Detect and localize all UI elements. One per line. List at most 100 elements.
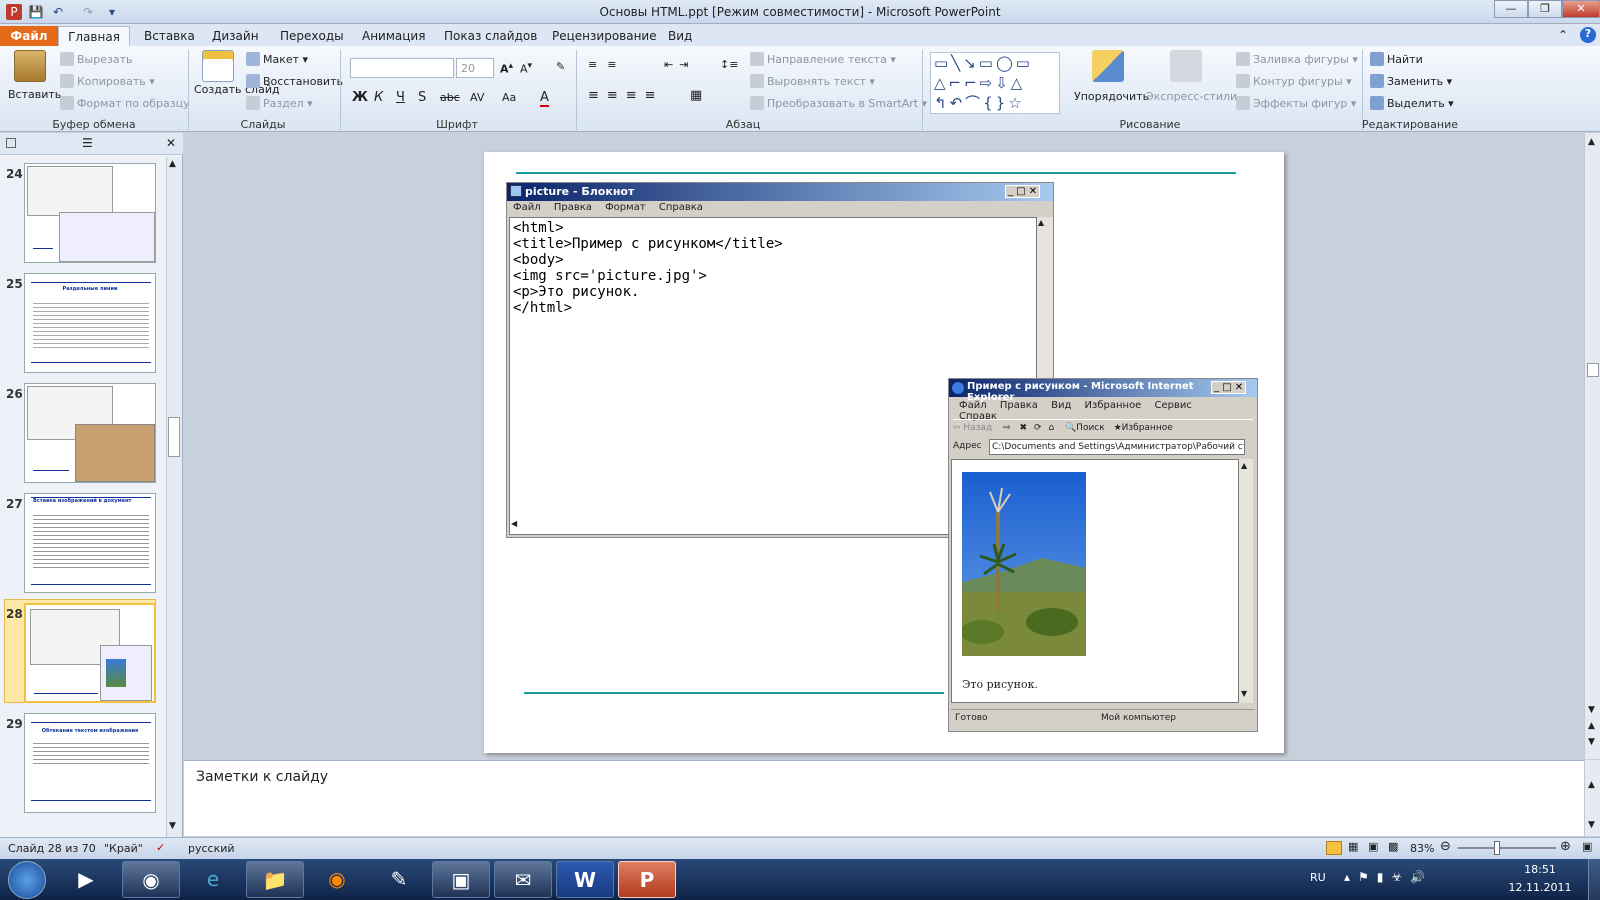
shadow-button[interactable]: S [418, 90, 426, 105]
zoom-slider[interactable] [1458, 847, 1556, 849]
normal-view-icon[interactable] [1326, 841, 1342, 855]
notepad-menu-edit[interactable]: Правка [554, 202, 592, 213]
zoom-level[interactable]: 83% [1410, 842, 1434, 855]
slide-thumb-26[interactable] [24, 383, 156, 483]
slide-thumb-28[interactable] [24, 603, 156, 703]
slideshow-view-icon[interactable]: ▩ [1388, 840, 1398, 853]
shape-effects-button[interactable]: Эффекты фигур ▾ [1236, 96, 1356, 110]
notes-pane[interactable]: Заметки к слайду [184, 760, 1584, 836]
clear-format-icon[interactable]: ✎ [556, 60, 565, 73]
notepad-window-controls[interactable]: _ □ ✕ [1005, 185, 1041, 198]
favorites-button[interactable]: ★Избранное [1114, 423, 1173, 433]
language-indicator[interactable]: русский [188, 842, 235, 855]
powerpoint-taskbar-icon[interactable]: P [618, 861, 676, 898]
shape-outline-button[interactable]: Контур фигуры ▾ [1236, 74, 1352, 88]
underline-button[interactable]: Ч [396, 90, 405, 105]
shape-fill-button[interactable]: Заливка фигуры ▾ [1236, 52, 1358, 66]
scanner-icon[interactable]: ▣ [432, 861, 490, 898]
tab-transitions[interactable]: Переходы [268, 26, 356, 46]
slide-thumb-27[interactable]: Вставка изображений в документ [24, 493, 156, 593]
refresh-icon[interactable]: ⟳ [1034, 423, 1042, 433]
align-text-button[interactable]: Выровнять текст ▾ [750, 74, 875, 88]
maximize-button[interactable]: ❐ [1528, 0, 1562, 18]
tab-animation[interactable]: Анимация [350, 26, 437, 46]
outline-tab-icon[interactable]: ☰ [82, 136, 93, 150]
close-button[interactable]: ✕ [1562, 0, 1600, 18]
ie-menu-tools[interactable]: Сервис [1155, 400, 1192, 411]
back-button[interactable]: ⇦ Назад [953, 423, 992, 433]
reset-button[interactable]: Восстановить [246, 74, 343, 88]
mail-icon[interactable]: ✉ [494, 861, 552, 898]
scroll-left-icon[interactable]: ◀ [511, 519, 517, 528]
scroll-up-icon[interactable]: ▲ [1038, 218, 1044, 227]
paste-button[interactable]: Вставить [8, 50, 61, 101]
scroll-down-icon[interactable]: ▼ [1588, 820, 1595, 830]
notepad-menu-file[interactable]: Файл [513, 202, 541, 213]
media-player-icon[interactable]: ▶ [60, 861, 112, 898]
clock-time[interactable]: 18:51 [1500, 863, 1580, 876]
clock-date[interactable]: 12.11.2011 [1500, 881, 1580, 894]
arrange-button[interactable]: Упорядочить [1074, 50, 1149, 103]
new-slide-button[interactable]: Создать слайд [194, 50, 280, 96]
ie-scrollbar[interactable]: ▲ ▼ [1239, 459, 1253, 703]
replace-button[interactable]: Заменить ▾ [1370, 74, 1452, 88]
grow-font-icon[interactable]: A▴ [500, 60, 513, 76]
smartart-button[interactable]: Преобразовать в SmartArt ▾ [750, 96, 927, 110]
show-desktop-button[interactable] [1588, 859, 1600, 900]
copy-button[interactable]: Копировать ▾ [60, 74, 155, 88]
internet-explorer-icon[interactable]: e [184, 861, 242, 898]
shapes-gallery[interactable]: ▭╲↘▭◯▭ △⌐⌐⇨⇩△ ↰↶⌒{}☆ [930, 52, 1060, 114]
zoom-out-icon[interactable]: ⊖ [1440, 839, 1451, 854]
slide-thumb-29[interactable]: Обтекание текстом изображения [24, 713, 156, 813]
scroll-up-icon[interactable]: ▲ [1588, 137, 1595, 147]
slides-scrollbar[interactable]: ▲ ▼ [166, 157, 182, 837]
next-slide-icon[interactable]: ▼ [1588, 737, 1595, 747]
tab-design[interactable]: Дизайн [200, 26, 271, 46]
sorter-view-icon[interactable]: ▦ [1348, 840, 1358, 853]
line-spacing-button[interactable]: ↕≡ [720, 58, 738, 71]
text-direction-button[interactable]: Направление текста ▾ [750, 52, 896, 66]
spellcheck-icon[interactable]: ✓ [156, 841, 165, 854]
scroll-up-icon[interactable]: ▲ [1241, 461, 1247, 470]
main-scrollbar[interactable]: ▲ ▼ ▲ ▼ [1584, 133, 1600, 759]
strikethrough-button[interactable]: abc [440, 91, 460, 104]
minimize-button[interactable]: — [1494, 0, 1528, 18]
help-icon[interactable]: ? [1580, 27, 1596, 43]
list-buttons[interactable]: ≡≡ [588, 58, 626, 71]
word-icon[interactable]: W [556, 861, 614, 898]
notes-scrollbar[interactable]: ▲ ▼ [1584, 760, 1600, 836]
tab-review[interactable]: Рецензирование [540, 26, 669, 46]
address-field[interactable]: C:\Documents and Settings\Администратор\… [989, 439, 1245, 455]
scroll-down-icon[interactable]: ▼ [169, 821, 176, 831]
search-button[interactable]: 🔍Поиск [1065, 423, 1105, 433]
tab-view[interactable]: Вид [656, 26, 704, 46]
char-spacing-button[interactable]: AV [470, 91, 484, 104]
layout-button[interactable]: Макет ▾ [246, 52, 308, 66]
ie-menu-view[interactable]: Вид [1051, 400, 1071, 411]
slide-thumb-24[interactable] [24, 163, 156, 263]
italic-button[interactable]: К [374, 90, 383, 105]
ie-menu-file[interactable]: Файл [959, 400, 987, 411]
notepad-menu-help[interactable]: Справка [659, 202, 703, 213]
cut-button[interactable]: Вырезать [60, 52, 132, 66]
tab-slideshow[interactable]: Показ слайдов [432, 26, 549, 46]
slides-tab-icon[interactable] [6, 138, 16, 148]
forward-icon[interactable]: ⇨ [1003, 423, 1011, 433]
close-panel-icon[interactable]: ✕ [166, 136, 176, 150]
change-case-button[interactable]: Aa [502, 91, 516, 104]
app-icon[interactable]: ✎ [370, 861, 428, 898]
alignment-buttons[interactable]: ≡≡≡≡ [588, 88, 664, 103]
tray-icons[interactable]: ▴⚑▮☣🔊 [1344, 870, 1433, 884]
ie-menu-favorites[interactable]: Избранное [1085, 400, 1142, 411]
start-button[interactable] [8, 861, 46, 899]
ie-menu-edit[interactable]: Правка [1000, 400, 1038, 411]
keyboard-language[interactable]: RU [1310, 871, 1326, 884]
explorer-folder-icon[interactable]: 📁 [246, 861, 304, 898]
format-painter-button[interactable]: Формат по образцу [60, 96, 190, 110]
shrink-font-icon[interactable]: A▾ [520, 60, 532, 76]
slide-canvas[interactable]: picture - Блокнот _ □ ✕ Файл Правка Форм… [484, 152, 1284, 753]
previous-slide-icon[interactable]: ▲ [1588, 721, 1595, 731]
scroll-down-icon[interactable]: ▼ [1241, 689, 1247, 698]
bold-button[interactable]: Ж [352, 90, 368, 105]
firefox-icon[interactable]: ◉ [308, 861, 366, 898]
